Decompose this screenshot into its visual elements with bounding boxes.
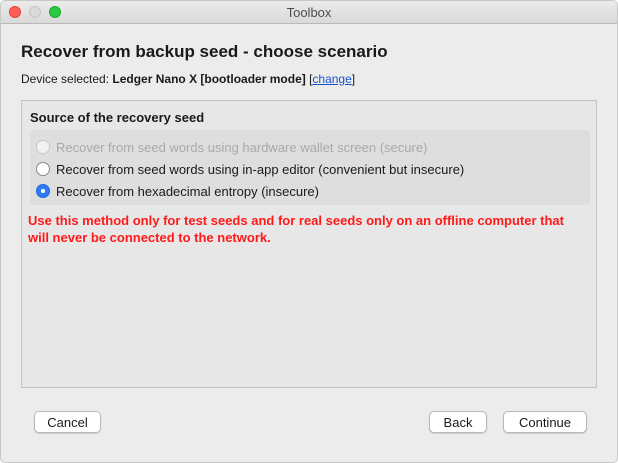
recovery-source-panel: Source of the recovery seed Recover from… (21, 100, 597, 388)
option-label: Recover from hexadecimal entropy (insecu… (56, 183, 319, 199)
recovery-source-title: Source of the recovery seed (30, 110, 205, 125)
title-bar[interactable]: Toolbox (1, 1, 617, 24)
option-label: Recover from seed words using in-app edi… (56, 161, 465, 177)
toolbox-window: Toolbox Recover from backup seed - choos… (0, 0, 618, 463)
option-hexadecimal-entropy[interactable]: Recover from hexadecimal entropy (insecu… (36, 182, 319, 200)
option-in-app-editor[interactable]: Recover from seed words using in-app edi… (36, 160, 464, 178)
device-name: Ledger Nano X [bootloader mode] (112, 72, 306, 86)
cancel-button[interactable]: Cancel (34, 411, 101, 433)
device-selected-label: Device selected: (21, 72, 113, 86)
page-title: Recover from backup seed - choose scenar… (21, 42, 388, 61)
change-bracket-close: ] (351, 72, 356, 86)
recovery-options-group: Recover from seed words using hardware w… (30, 130, 590, 205)
radio-button-icon[interactable] (36, 162, 50, 176)
continue-button[interactable]: Continue (503, 411, 587, 433)
change-device-link[interactable]: change (312, 72, 351, 86)
option-hardware-wallet-screen: Recover from seed words using hardware w… (36, 138, 427, 156)
window-title: Toolbox (286, 5, 332, 20)
back-button[interactable]: Back (429, 411, 487, 433)
insecure-method-warning: Use this method only for test seeds and … (28, 213, 564, 245)
radio-button-selected-icon[interactable] (36, 184, 50, 198)
radio-button-icon (36, 140, 50, 154)
option-label: Recover from seed words using hardware w… (56, 139, 428, 155)
device-selected-line: Device selected: Ledger Nano X [bootload… (21, 72, 355, 86)
